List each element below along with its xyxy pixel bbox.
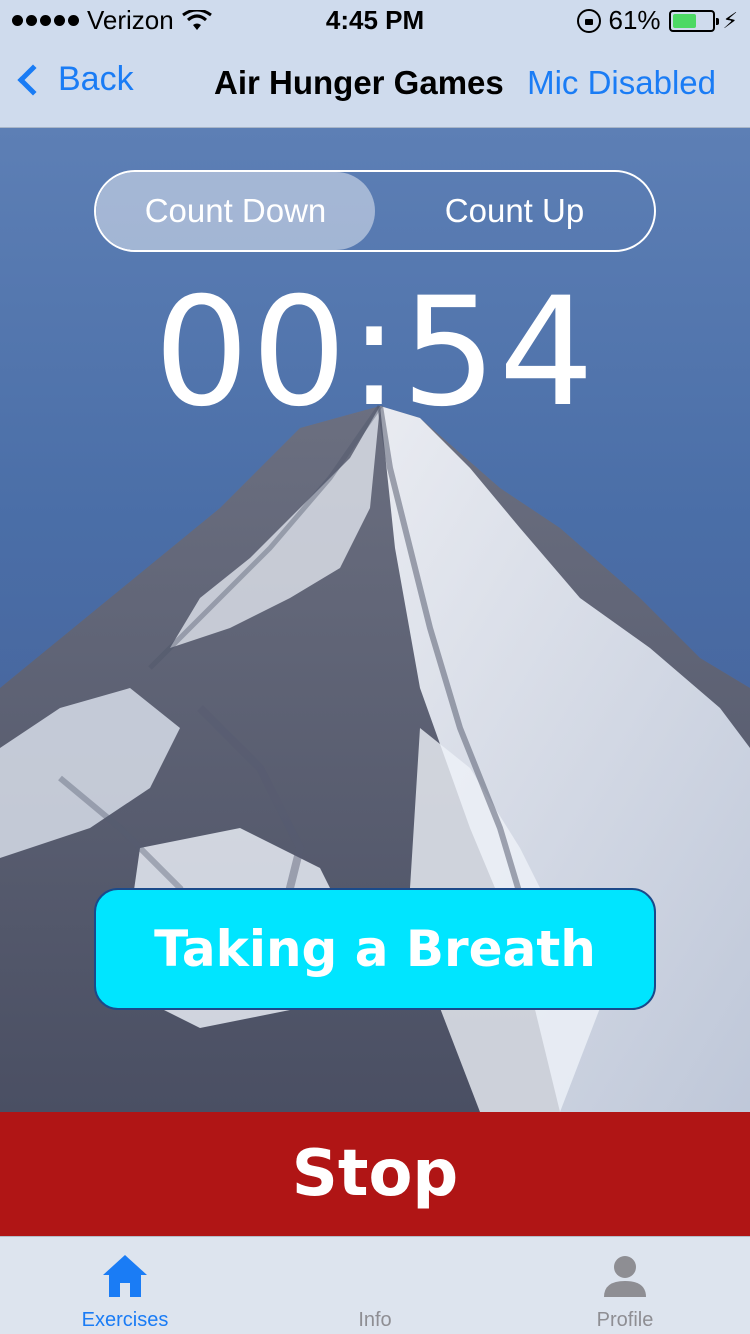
timer-separator: : [348, 266, 402, 440]
navigation-bar: Back Air Hunger Games Mic Disabled [0, 40, 750, 128]
chevron-left-icon [17, 63, 49, 96]
person-icon [604, 1256, 646, 1297]
taking-breath-button[interactable]: Taking a Breath [94, 888, 656, 1010]
tab-profile[interactable]: Profile [500, 1237, 750, 1334]
tab-exercises[interactable]: Exercises [0, 1237, 250, 1334]
segment-count-up[interactable]: Count Up [375, 172, 654, 250]
timer-seconds: 54 [401, 266, 597, 440]
stop-button[interactable]: Stop [0, 1112, 750, 1236]
back-button[interactable]: Back [14, 60, 134, 99]
tab-label-profile: Profile [596, 1309, 654, 1331]
back-label: Back [58, 60, 134, 98]
tab-bar: Exercises Info Profile [0, 1236, 750, 1334]
home-icon [103, 1255, 147, 1297]
timer-minutes: 00 [153, 266, 349, 440]
segment-count-down[interactable]: Count Down [96, 172, 375, 250]
battery-fill [672, 13, 696, 28]
mic-toggle-button[interactable]: Mic Disabled [527, 64, 716, 102]
tab-label-exercises: Exercises [81, 1309, 169, 1331]
rotation-lock-icon [576, 8, 601, 33]
status-bar: Verizon 4:45 PM 61% ⚡ [0, 0, 750, 40]
timer-mode-control: Count Down Count Up [94, 170, 656, 252]
battery-percent: 61% [608, 5, 661, 35]
exercise-area: Count Down Count Up 00:54 Taking a Breat… [0, 128, 750, 1112]
timer-display: 00:54 [0, 266, 750, 440]
status-right: 61% ⚡ [576, 5, 738, 36]
page-title: Air Hunger Games [214, 64, 504, 101]
charging-bolt-icon: ⚡ [722, 7, 738, 33]
tab-info[interactable]: Info [250, 1237, 500, 1334]
tab-label-info: Info [358, 1309, 392, 1331]
battery-icon [668, 9, 719, 32]
